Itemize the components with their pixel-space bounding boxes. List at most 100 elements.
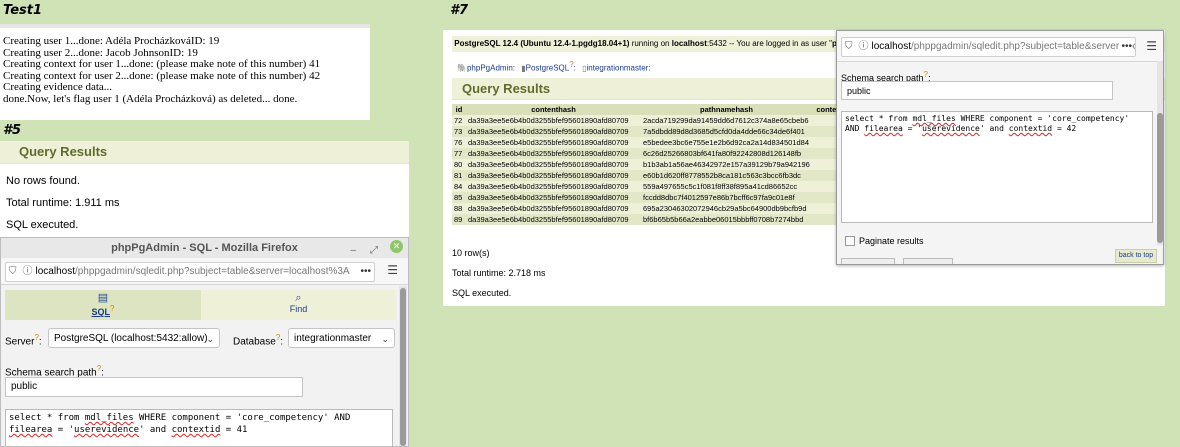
tab-find-label: Find	[289, 304, 308, 314]
table-cell: da39a3ee5e6b4b0d3255bfef95601890afd80709	[466, 126, 641, 137]
schema-search-path-input[interactable]: public	[841, 81, 1113, 100]
sql-text: = '	[52, 425, 75, 435]
table-cell: da39a3ee5e6b4b0d3255bfef95601890afd80709	[466, 181, 641, 192]
scrollbar-thumb[interactable]	[400, 288, 406, 446]
query-results-panel-5: Query Results No rows found. Total runti…	[0, 141, 409, 237]
table-cell: da39a3ee5e6b4b0d3255bfef95601890afd80709	[466, 148, 641, 159]
output-line: Creating user 1...done: Adéla Procházkov…	[3, 35, 220, 47]
url-bar-row: ⛉ ⓘ localhost/phppgadmin/sqledit.php?subje…	[837, 31, 1163, 62]
column-header[interactable]: pathnamehash	[641, 104, 812, 115]
sql-text: contextid	[1008, 124, 1053, 133]
url-host: localhost	[871, 41, 911, 52]
info-text: :5432 -- You are logged in as user "	[706, 39, 833, 48]
url-input[interactable]: ⛉ ⓘ localhost/phppgadmin/sqledit.php?subje…	[841, 37, 1136, 57]
server-select-value: PostgreSQL (localhost:5432:allow)	[54, 333, 208, 344]
database-select[interactable]: integrationmaster ⌄	[288, 328, 395, 348]
window-title: phpPgAdmin - SQL - Mozilla Firefox	[111, 242, 298, 254]
executed-text: SQL executed.	[6, 219, 79, 231]
table-row: 81 da39a3ee5e6b4b0d3255bfef95601890afd807…	[452, 170, 854, 181]
runtime-text: Total runtime: 2.718 ms	[452, 268, 546, 278]
table-cell: 80	[452, 159, 466, 170]
vertical-scrollbar[interactable]	[399, 286, 407, 446]
sql-text: userevidence	[922, 124, 980, 133]
table-row: 85 da39a3ee5e6b4b0d3255bfef95601890afd807…	[452, 192, 854, 203]
database-label: Database?:	[233, 333, 284, 348]
page-actions-icon[interactable]: •••	[1119, 38, 1132, 56]
sql-text: WHERE component = 'core_competency'	[955, 114, 1130, 123]
runtime-text: Total runtime: 1.911 ms	[6, 197, 120, 209]
paginate-checkbox[interactable]	[845, 236, 855, 246]
table-cell: 6c26d25266803bf641fa80f92242808d126148fb	[641, 148, 812, 159]
table-cell: 89	[452, 214, 466, 225]
paginate-label: Paginate results	[859, 236, 924, 246]
info-icon: ⓘ	[858, 41, 869, 52]
table-cell: 76	[452, 137, 466, 148]
table-cell: 2acda719299da91459dd6d7612c374a8e65cbeb6	[641, 115, 812, 126]
page-actions-icon[interactable]: •••	[358, 263, 371, 281]
table-cell: 7a5dbdd89d8d3685d5cfd0da4dde66c34de6f401	[641, 126, 812, 137]
sql-text: ' and	[979, 124, 1009, 133]
sql-icon: ▤	[97, 292, 109, 304]
label-7: #7	[450, 3, 469, 18]
sql-text: userevidence	[74, 425, 140, 435]
scrollbar-thumb[interactable]	[1157, 113, 1163, 243]
url-input[interactable]: ⛉ ⓘ localhost/phppgadmin/sqledit.php?subje…	[5, 262, 375, 282]
sql-text: filearea	[864, 124, 903, 133]
table-cell: da39a3ee5e6b4b0d3255bfef95601890afd80709	[466, 170, 641, 181]
table-cell: b1b3ab1a56ae46342972e157a39129b79a942196	[641, 159, 812, 170]
tab-sql[interactable]: ▤ SQL?	[5, 290, 201, 320]
table-cell: 559a497655c5c1f081f8ff38f895a41cd86652cc	[641, 181, 812, 192]
table-cell: da39a3ee5e6b4b0d3255bfef95601890afd80709	[466, 137, 641, 148]
table-cell: e5bedee3bc6e755e1e2b6d92ca2a14d834501d84	[641, 137, 812, 148]
help-icon[interactable]: ?	[34, 333, 38, 342]
no-rows-text: No rows found.	[6, 175, 80, 187]
sql-text: contextid	[171, 425, 221, 435]
crumb-app-link[interactable]: phpPgAdmin:	[467, 64, 515, 73]
sql-text: = 41	[220, 425, 248, 435]
crumb-server-link[interactable]: PostgreSQL	[526, 64, 570, 73]
tab-find[interactable]: ⌕ Find	[201, 290, 396, 320]
server-select[interactable]: PostgreSQL (localhost:5432:allow) ⌄	[48, 328, 220, 348]
results-table-body: 72 da39a3ee5e6b4b0d3255bfef95601890afd807…	[452, 115, 854, 225]
table-row: 73 da39a3ee5e6b4b0d3255bfef95601890afd807…	[452, 126, 854, 137]
table-row: 88 da39a3ee5e6b4b0d3255bfef95601890afd807…	[452, 203, 854, 214]
table-row: 72 da39a3ee5e6b4b0d3255bfef95601890afd807…	[452, 115, 854, 126]
help-icon[interactable]: ?	[924, 70, 928, 79]
table-cell: 77	[452, 148, 466, 159]
url-path: /phppgadmin/sqledit.php?subject=table&se…	[910, 41, 1136, 52]
execute-button[interactable]	[841, 258, 895, 264]
help-icon[interactable]: ?	[569, 60, 573, 69]
table-cell: 81	[452, 170, 466, 181]
database-select-value: integrationmaster	[294, 333, 372, 344]
sql-text: select * from	[845, 114, 913, 123]
firefox-sql-window: phpPgAdmin - SQL - Mozilla Firefox – ⤢ ✕…	[0, 237, 409, 447]
table-cell: 73	[452, 126, 466, 137]
table-row: 84 da39a3ee5e6b4b0d3255bfef95601890afd807…	[452, 181, 854, 192]
sql-text: ' and	[139, 425, 172, 435]
label-5: #5	[3, 123, 22, 138]
url-bar-row: ⛉ ⓘ localhost/phppgadmin/sqledit.php?subje…	[1, 258, 408, 285]
back-to-top-link[interactable]: back to top	[1115, 249, 1157, 263]
crumb-database-link[interactable]: integrationmaster	[587, 64, 649, 73]
vertical-scrollbar[interactable]	[1157, 61, 1163, 245]
menu-icon[interactable]: ☰	[387, 263, 398, 277]
column-header[interactable]: id	[452, 104, 466, 115]
sql-text: mdl_files	[84, 413, 134, 423]
schema-search-path-input[interactable]: public	[5, 377, 303, 397]
query-results-header: Query Results	[0, 141, 409, 164]
close-icon[interactable]: ✕	[390, 240, 403, 253]
server-version: PostgreSQL 12.4 (Ubuntu 12.4-1.pgdg18.04…	[454, 39, 630, 48]
row-count-text: 10 row(s)	[452, 248, 490, 258]
shield-icon: ⛉	[9, 266, 17, 277]
help-icon[interactable]: ?	[110, 304, 114, 313]
help-icon[interactable]: ?	[97, 364, 101, 373]
column-header[interactable]: contenthash	[466, 104, 641, 115]
server-label: Server?:	[5, 333, 42, 348]
menu-icon[interactable]: ☰	[1146, 39, 1157, 53]
table-cell: da39a3ee5e6b4b0d3255bfef95601890afd80709	[466, 192, 641, 203]
sql-query-textarea[interactable]: select * from mdl_files WHERE component …	[841, 111, 1153, 223]
sql-query-textarea[interactable]: select * from mdl_files WHERE component …	[5, 409, 393, 446]
help-icon[interactable]: ?	[276, 333, 280, 342]
url-host: localhost	[35, 266, 75, 277]
reset-button[interactable]	[903, 258, 953, 264]
